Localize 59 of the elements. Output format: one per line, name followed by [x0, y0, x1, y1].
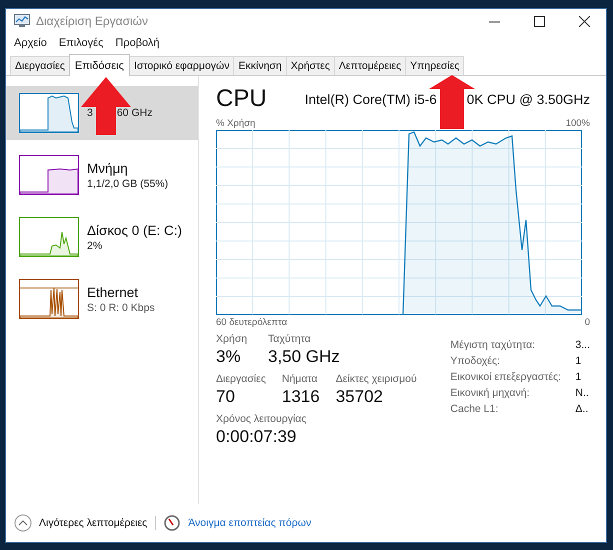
device-detail: 2% — [87, 240, 102, 252]
chevron-up-icon — [14, 514, 32, 532]
tab[interactable]: Επιδόσεις — [68, 54, 130, 76]
stat-label: Διεργασίες — [216, 373, 266, 385]
detail-value: 1 — [575, 371, 582, 383]
axis-label: 60 δευτερόλεπτα — [216, 316, 288, 328]
tab[interactable]: Λεπτομέρειες — [334, 56, 406, 75]
menu-item[interactable]: Επιλογές — [58, 37, 104, 55]
sidebar-item[interactable]: Ethernet S: 0 R: 0 Kbps — [6, 272, 198, 326]
stat-label: Νήματα — [282, 373, 318, 385]
detail-label: Υποδοχές: — [450, 355, 501, 367]
stat-value: 70 — [216, 387, 236, 407]
device-name: Μνήμη — [87, 160, 129, 176]
device-name: Ethernet — [87, 284, 140, 300]
tab[interactable]: Ιστορικό εφαρμογών — [128, 56, 234, 75]
tab[interactable]: Διεργασίες — [10, 56, 70, 75]
device-detail: 1,1/2,0 GB (55%) — [87, 178, 168, 190]
stat-label: Χρήση — [216, 333, 248, 345]
device-detail: 3 — [87, 107, 93, 119]
detail-label: Εικονικοί επεξεργαστές: — [450, 371, 562, 383]
cpu-model: Intel(R) Core(TM) i5-6 — [304, 92, 437, 106]
up-arrow-icon — [81, 77, 131, 135]
menu-item[interactable]: Προβολή — [115, 37, 160, 55]
axis-label: % Χρήση — [216, 118, 256, 128]
device-detail: S: 0 R: 0 Kbps — [87, 302, 155, 314]
stat-label: Χρόνος λειτουργίας — [216, 413, 306, 425]
detail-label: Cache L1: — [450, 403, 500, 415]
stat-value: 1316 — [282, 387, 320, 407]
axis-label: 0 — [584, 316, 590, 328]
task-manager-icon — [14, 14, 30, 28]
sidebar-item[interactable]: Μνήμη 1,1/2,0 GB (55%) — [6, 148, 198, 202]
stat-label: Ταχύτητα — [268, 333, 312, 345]
sidebar-item[interactable]: Δίσκος 0 (E: C:) 2% — [6, 210, 198, 264]
axis-label: 100% — [566, 118, 590, 128]
menu-item[interactable]: Αρχείο — [14, 37, 47, 55]
fewer-details-button[interactable]: Λιγότερες λεπτομέρειες — [14, 514, 148, 532]
stat-value: 35702 — [336, 387, 384, 407]
window-title: Διαχείριση Εργασιών — [36, 14, 148, 28]
detail-value: N.. — [575, 387, 589, 399]
cpu-model: 0K CPU @ 3.50GHz — [466, 92, 590, 106]
stat-value: 0:00:07:39 — [216, 427, 298, 447]
detail-value: 3... — [575, 339, 590, 351]
device-detail: 60 GHz — [116, 107, 152, 119]
stat-label: Δείκτες χειρισμού — [336, 373, 417, 385]
tab[interactable]: Υπηρεσίες — [405, 56, 464, 75]
tab[interactable]: Χρήστες — [286, 56, 335, 75]
panel-title: CPU — [216, 85, 267, 113]
detail-label: Μέγιστη ταχύτητα: — [450, 339, 536, 351]
gauge-icon — [164, 515, 180, 531]
detail-value: Δ.. — [575, 403, 588, 415]
device-name: Δίσκος 0 (E: C:) — [87, 222, 182, 238]
resource-monitor-link[interactable]: Άνοιγμα εποπτείας πόρων — [188, 517, 312, 529]
stat-value: 3,50 GHz — [268, 347, 340, 367]
maximize-icon[interactable] — [534, 16, 545, 26]
detail-value: 1 — [575, 355, 582, 367]
close-icon[interactable] — [579, 16, 590, 26]
tab[interactable]: Εκκίνηση — [233, 56, 287, 75]
stat-value: 3% — [216, 347, 242, 367]
detail-label: Εικονική μηχανή: — [450, 387, 530, 399]
